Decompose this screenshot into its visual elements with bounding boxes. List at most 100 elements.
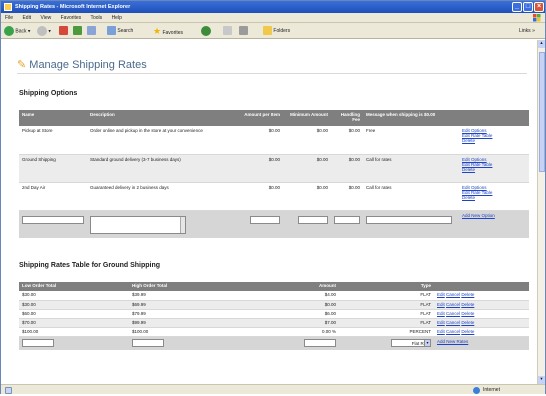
maximize-button[interactable]: □ [523, 2, 533, 12]
cancel-rate-link[interactable]: Cancel [446, 302, 460, 307]
col-low-total: Low Order Total [19, 282, 129, 291]
delete-rate-link[interactable]: Delete [461, 311, 474, 316]
menu-file[interactable]: File [5, 15, 13, 21]
cancel-rate-link[interactable]: Cancel [446, 311, 460, 316]
option-minimum: $0.00 [283, 154, 331, 183]
delete-rate-link[interactable]: Delete [461, 320, 474, 325]
folders-button[interactable]: Folders [263, 26, 290, 36]
rate-actions: Edit Cancel Delete [434, 291, 529, 301]
rate-type: FLAT [339, 300, 434, 310]
forward-button[interactable]: ▾ [37, 26, 51, 36]
scrollbar-thumb[interactable] [539, 52, 545, 172]
vertical-scrollbar[interactable]: ▲ ▼ [537, 40, 545, 384]
cancel-rate-link[interactable]: Cancel [446, 329, 460, 334]
menu-view[interactable]: View [40, 15, 51, 21]
chevron-down-icon: ▾ [424, 339, 430, 346]
menu-edit[interactable]: Edit [22, 15, 31, 21]
delete-option-link[interactable]: Delete [462, 138, 526, 143]
new-rate-low-input[interactable] [22, 338, 54, 347]
folder-icon [263, 26, 272, 36]
back-button[interactable]: Back ▾ [4, 26, 30, 36]
option-handling: $0.00 [331, 182, 363, 211]
new-option-amount-input[interactable] [250, 215, 280, 224]
new-option-name-input[interactable] [22, 215, 84, 224]
menu-favorites[interactable]: Favorites [61, 15, 82, 21]
page-title: ✎ Manage Shipping Rates [17, 59, 147, 71]
scroll-down-icon[interactable]: ▼ [538, 376, 545, 384]
option-actions: Edit Options Edit Rate Table Delete [459, 154, 529, 183]
delete-rate-link[interactable]: Delete [461, 302, 474, 307]
edit-rate-link[interactable]: Edit [437, 329, 445, 334]
option-actions: Edit Options Edit Rate Table Delete [459, 182, 529, 211]
rate-amount: $4.00 [289, 291, 339, 301]
option-minimum: $0.00 [283, 182, 331, 211]
page-content: ✎ Manage Shipping Rates Shipping Options… [1, 40, 537, 384]
option-description: Guaranteed delivery in 2 business days [87, 182, 235, 211]
shipping-rates-table: Low Order Total High Order Total Amount … [19, 282, 529, 350]
delete-rate-link[interactable]: Delete [461, 292, 474, 297]
rate-actions: Edit Cancel Delete [434, 318, 529, 328]
window-title: Shipping Rates - Microsoft Internet Expl… [15, 4, 131, 10]
forward-arrow-icon [37, 26, 47, 36]
print-icon [239, 26, 248, 36]
menu-tools[interactable]: Tools [90, 15, 102, 21]
edit-rate-link[interactable]: Edit [437, 302, 445, 307]
new-option-description-textarea[interactable] [90, 215, 186, 234]
option-name: 2nd Day Air [19, 182, 87, 211]
mail-icon [223, 26, 232, 36]
rate-amount: $7.00 [289, 318, 339, 328]
cancel-rate-link[interactable]: Cancel [446, 292, 460, 297]
rate-actions: Edit Cancel Delete [434, 327, 529, 337]
new-option-handling-input[interactable] [334, 215, 360, 224]
browser-window: Shipping Rates - Microsoft Internet Expl… [0, 0, 546, 396]
media-button[interactable] [201, 26, 211, 36]
rate-type: FLAT [339, 291, 434, 301]
rate-low: $100.00 [19, 327, 129, 337]
edit-rate-link[interactable]: Edit [437, 320, 445, 325]
minimize-button[interactable]: _ [512, 2, 522, 12]
new-rate-high-input[interactable] [132, 338, 164, 347]
option-minimum: $0.00 [283, 126, 331, 155]
menu-help[interactable]: Help [112, 15, 122, 21]
rate-high: $99.99 [129, 318, 289, 328]
menu-bar: File Edit View Favorites Tools Help [1, 13, 545, 23]
new-option-form-row: Add New Option [19, 210, 529, 238]
add-new-option-link[interactable]: Add New Option [462, 213, 495, 218]
stop-button[interactable] [59, 26, 68, 36]
table-row: 2nd Day Air Guaranteed delivery in 2 bus… [19, 182, 529, 211]
favorites-button[interactable]: ★ Favorites [153, 26, 183, 36]
rate-high: $69.99 [129, 300, 289, 310]
edit-rate-link[interactable]: Edit [437, 292, 445, 297]
table-row: $60.00 $79.99 $6.00 FLAT Edit Cancel Del… [19, 309, 529, 319]
star-icon: ★ [153, 26, 162, 36]
home-button[interactable] [87, 26, 96, 36]
option-message: Free [363, 126, 459, 155]
option-amount: $0.00 [235, 154, 283, 183]
add-new-rates-link[interactable]: Add New Rates [437, 339, 468, 344]
table-row: $30.00 $39.99 $4.00 FLAT Edit Cancel Del… [19, 291, 529, 301]
cancel-rate-link[interactable]: Cancel [446, 320, 460, 325]
col-description: Description [87, 110, 235, 126]
globe-icon [473, 386, 480, 396]
edit-rate-link[interactable]: Edit [437, 311, 445, 316]
pencil-icon: ✎ [17, 59, 27, 71]
rate-type-select[interactable]: Flat Rate ▾ [391, 338, 431, 347]
new-option-minimum-input[interactable] [298, 215, 328, 224]
close-button[interactable]: × [534, 2, 544, 12]
rate-high: $100.00 [129, 327, 289, 337]
rate-low: $30.00 [19, 291, 129, 301]
mail-button[interactable] [223, 26, 232, 36]
new-rate-amount-input[interactable] [304, 338, 336, 347]
new-option-message-input[interactable] [366, 215, 452, 224]
delete-option-link[interactable]: Delete [462, 195, 526, 200]
print-button[interactable] [239, 26, 248, 36]
links-button[interactable]: Links » [519, 26, 535, 36]
scroll-up-icon[interactable]: ▲ [538, 40, 545, 48]
table-row: Ground Shipping Standard ground delivery… [19, 154, 529, 183]
delete-rate-link[interactable]: Delete [461, 329, 474, 334]
title-bar: Shipping Rates - Microsoft Internet Expl… [1, 1, 545, 13]
search-button[interactable]: Search [107, 26, 133, 36]
delete-option-link[interactable]: Delete [462, 167, 526, 172]
refresh-button[interactable] [73, 26, 82, 36]
windows-logo-icon [533, 14, 541, 22]
